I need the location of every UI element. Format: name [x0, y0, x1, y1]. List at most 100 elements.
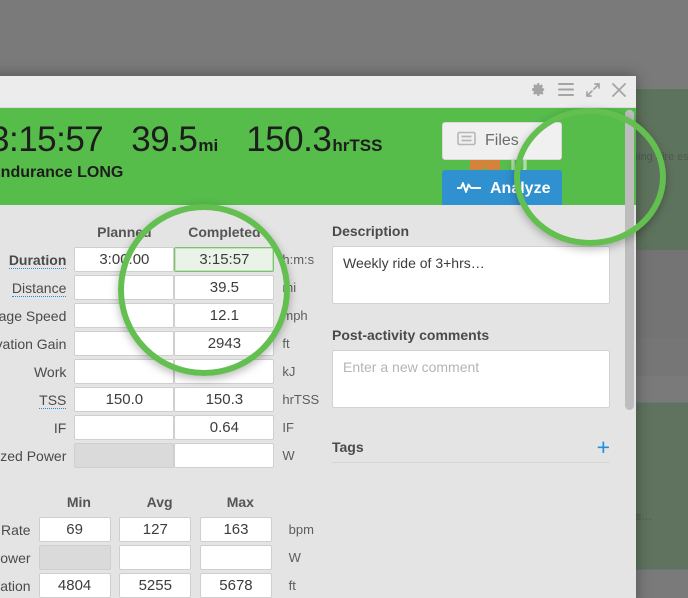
planned-value-cell[interactable]: 3:00:00 — [74, 247, 175, 272]
ranges-header-row: Min Avg Max — [0, 494, 318, 514]
min-value-cell[interactable]: 4804 — [38, 573, 111, 598]
range-unit: W — [288, 550, 301, 565]
add-tag-button[interactable]: + — [597, 436, 610, 459]
files-icon — [457, 131, 476, 151]
planned-value-cell[interactable] — [74, 331, 175, 356]
avg-value-cell[interactable] — [119, 545, 192, 570]
range-unit: bpm — [288, 522, 314, 537]
metric-label-text: TSS — [39, 391, 67, 409]
completed-value-cell[interactable]: 12.1 — [174, 303, 275, 328]
ranges-header-max: Max — [226, 494, 254, 510]
completed-value-cell[interactable]: 2943 — [174, 331, 275, 356]
summary-tss-value: 150.3 — [246, 120, 332, 159]
planned-value-cell[interactable]: 150.0 — [74, 387, 175, 412]
metric-unit: kJ — [282, 364, 296, 379]
ranges-header-min: Min — [66, 494, 91, 510]
metric-label-work: Work — [33, 363, 67, 380]
workout-summary-header: 3:15:57 39.5mi 150.3hrTSS Endurance LONG… — [0, 108, 636, 205]
description-title: Description — [332, 223, 410, 239]
ranges-header-avg: Avg — [146, 494, 173, 510]
metrics-row: Average Speed 12.1 mph — [0, 303, 319, 328]
summary-duration: 3:15:57 — [0, 120, 104, 160]
metrics-header-row: Planned Completed — [0, 224, 319, 244]
metrics-row: IF 0.64 IF — [0, 415, 319, 440]
header-action-buttons: Files Analyze — [442, 122, 562, 205]
range-label-power: Power — [0, 549, 31, 566]
completed-value-cell[interactable] — [174, 359, 275, 384]
min-value-cell[interactable]: 69 — [38, 517, 111, 542]
metric-label-text: Duration — [8, 251, 67, 269]
metrics-label-header — [0, 224, 74, 244]
range-label-heart-rate: Heart Rate — [0, 521, 31, 538]
completed-value-cell[interactable]: 0.64 — [174, 415, 275, 440]
planned-value-cell[interactable] — [74, 275, 175, 300]
files-button-label: Files — [485, 132, 519, 149]
screenshot-stage: hing dire es. As the t to more… rs… — [0, 0, 688, 598]
planned-value-cell[interactable] — [74, 415, 175, 440]
metric-label-duration[interactable]: Duration — [0, 247, 74, 272]
max-value-cell[interactable]: 5678 — [199, 573, 272, 598]
ranges-row: Heart Rate 69 127 163 bpm — [0, 517, 318, 542]
analyze-button-label: Analyze — [490, 180, 551, 197]
range-label-elevation: Elevation — [0, 577, 31, 594]
notes-column: Description Post-activity comments Tags … — [318, 221, 636, 598]
metric-unit: h:m:s — [282, 252, 315, 267]
metric-label-text: Distance — [11, 279, 67, 297]
summary-tss-unit: hrTSS — [332, 136, 383, 155]
completed-value-cell[interactable]: 150.3 — [174, 387, 275, 412]
waveform-icon — [456, 179, 482, 199]
planned-value-cell[interactable] — [74, 303, 175, 328]
expand-icon[interactable] — [586, 82, 600, 97]
planned-completed-table: Planned Completed Duration 3:00:00 3:15:57… — [0, 221, 319, 471]
tags-title: Tags — [332, 439, 364, 455]
metrics-row: TSS 150.0 150.3 hrTSS — [0, 387, 319, 412]
summary-duration-value: 3:15:57 — [0, 120, 104, 159]
summary-tss: 150.3hrTSS — [246, 120, 382, 160]
metrics-row: Duration 3:00:00 3:15:57 h:m:s — [0, 247, 319, 272]
planned-value-cell[interactable] — [74, 359, 175, 384]
planned-value-cell[interactable] — [74, 443, 175, 468]
comment-textarea[interactable] — [332, 350, 610, 408]
max-value-cell[interactable] — [199, 545, 272, 570]
metrics-row: Distance 39.5 mi — [0, 275, 319, 300]
ranges-rows: Heart Rate 69 127 163 bpm Power W Elevation 4804… — [0, 517, 318, 598]
completed-value-cell[interactable]: 39.5 — [174, 275, 275, 300]
metric-unit: ft — [282, 336, 290, 351]
gear-icon[interactable] — [531, 82, 546, 97]
summary-distance: 39.5mi — [131, 120, 218, 160]
min-value-cell[interactable] — [38, 545, 111, 570]
completed-value-cell[interactable] — [174, 443, 275, 468]
metrics-row: Work kJ — [0, 359, 319, 384]
hamburger-menu-icon[interactable] — [558, 83, 574, 96]
max-value-cell[interactable]: 163 — [199, 517, 272, 542]
ranges-unit-header — [281, 494, 318, 514]
close-icon[interactable] — [612, 82, 626, 97]
modal-titlebar[interactable] — [0, 76, 636, 108]
analyze-button[interactable]: Analyze — [442, 170, 562, 205]
metric-label-elevation-gain: Elevation Gain — [0, 335, 67, 352]
metric-unit: IF — [282, 420, 294, 435]
modal-body: Planned Completed Duration 3:00:00 3:15:57… — [0, 205, 636, 598]
ranges-row: Elevation 4804 5255 5678 ft — [0, 573, 318, 598]
modal-scrollbar-thumb[interactable] — [625, 110, 634, 410]
window-controls — [531, 82, 626, 97]
metric-unit: mi — [282, 280, 297, 295]
range-unit: ft — [288, 578, 296, 593]
metric-label-if: IF — [53, 419, 67, 436]
completed-value-cell[interactable]: 3:15:57 — [174, 247, 275, 272]
metric-label-tss[interactable]: TSS — [0, 387, 74, 412]
ranges-label-header — [0, 494, 39, 514]
avg-value-cell[interactable]: 5255 — [119, 573, 192, 598]
metric-label-normalized-power: Normalized Power — [0, 447, 67, 464]
summary-distance-value: 39.5 — [131, 120, 198, 159]
metric-label-distance[interactable]: Distance — [0, 275, 74, 300]
metric-unit: W — [282, 448, 295, 463]
description-textarea[interactable] — [332, 246, 610, 304]
files-button[interactable]: Files — [442, 122, 562, 160]
modal-scrollbar[interactable] — [625, 110, 634, 570]
metrics-row: Elevation Gain 2943 ft — [0, 331, 319, 356]
avg-value-cell[interactable]: 127 — [119, 517, 192, 542]
metrics-column: Planned Completed Duration 3:00:00 3:15:57… — [0, 221, 319, 598]
metrics-rows: Duration 3:00:00 3:15:57 h:m:s Distance 39.5 m… — [0, 247, 319, 468]
workout-detail-modal: 3:15:57 39.5mi 150.3hrTSS Endurance LONG… — [0, 76, 636, 598]
